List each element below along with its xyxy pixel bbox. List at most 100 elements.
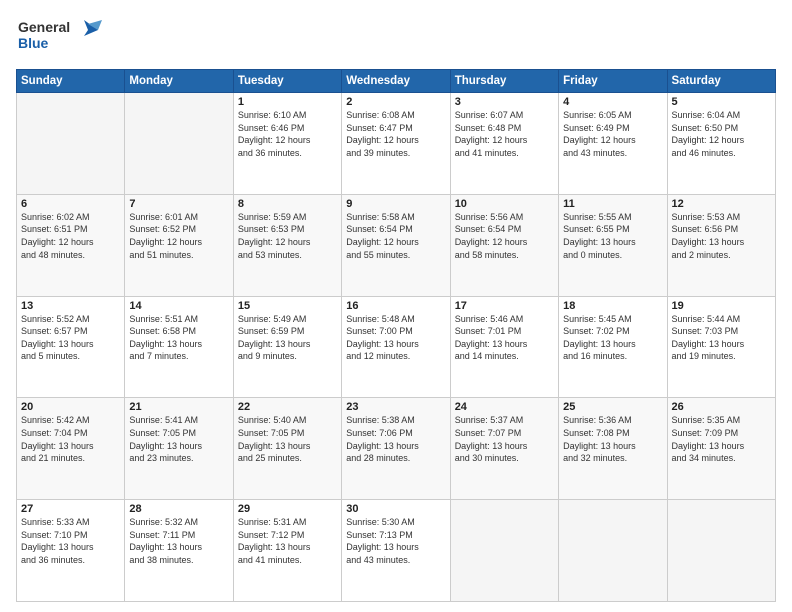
day-detail: Sunrise: 6:02 AM Sunset: 6:51 PM Dayligh… (21, 211, 120, 261)
day-number: 10 (455, 198, 554, 210)
weekday-header-sunday: Sunday (17, 70, 125, 93)
day-detail: Sunrise: 5:45 AM Sunset: 7:02 PM Dayligh… (563, 313, 662, 363)
calendar-cell: 22Sunrise: 5:40 AM Sunset: 7:05 PM Dayli… (233, 398, 341, 500)
day-number: 1 (238, 96, 337, 108)
day-number: 15 (238, 300, 337, 312)
day-number: 16 (346, 300, 445, 312)
day-number: 6 (21, 198, 120, 210)
day-number: 14 (129, 300, 228, 312)
calendar-cell: 10Sunrise: 5:56 AM Sunset: 6:54 PM Dayli… (450, 194, 558, 296)
day-detail: Sunrise: 5:40 AM Sunset: 7:05 PM Dayligh… (238, 414, 337, 464)
day-number: 17 (455, 300, 554, 312)
day-number: 4 (563, 96, 662, 108)
calendar-cell: 30Sunrise: 5:30 AM Sunset: 7:13 PM Dayli… (342, 500, 450, 602)
calendar-cell: 12Sunrise: 5:53 AM Sunset: 6:56 PM Dayli… (667, 194, 775, 296)
svg-text:General: General (18, 19, 70, 35)
day-detail: Sunrise: 5:44 AM Sunset: 7:03 PM Dayligh… (672, 313, 771, 363)
day-number: 9 (346, 198, 445, 210)
day-detail: Sunrise: 5:30 AM Sunset: 7:13 PM Dayligh… (346, 516, 445, 566)
calendar-cell: 3Sunrise: 6:07 AM Sunset: 6:48 PM Daylig… (450, 93, 558, 195)
day-number: 29 (238, 503, 337, 515)
day-detail: Sunrise: 5:35 AM Sunset: 7:09 PM Dayligh… (672, 414, 771, 464)
day-number: 5 (672, 96, 771, 108)
day-detail: Sunrise: 5:46 AM Sunset: 7:01 PM Dayligh… (455, 313, 554, 363)
day-detail: Sunrise: 5:58 AM Sunset: 6:54 PM Dayligh… (346, 211, 445, 261)
day-detail: Sunrise: 5:49 AM Sunset: 6:59 PM Dayligh… (238, 313, 337, 363)
calendar-cell: 14Sunrise: 5:51 AM Sunset: 6:58 PM Dayli… (125, 296, 233, 398)
day-detail: Sunrise: 6:04 AM Sunset: 6:50 PM Dayligh… (672, 109, 771, 159)
weekday-header-saturday: Saturday (667, 70, 775, 93)
day-detail: Sunrise: 5:31 AM Sunset: 7:12 PM Dayligh… (238, 516, 337, 566)
day-detail: Sunrise: 5:48 AM Sunset: 7:00 PM Dayligh… (346, 313, 445, 363)
calendar-cell: 16Sunrise: 5:48 AM Sunset: 7:00 PM Dayli… (342, 296, 450, 398)
calendar-week-row: 13Sunrise: 5:52 AM Sunset: 6:57 PM Dayli… (17, 296, 776, 398)
day-detail: Sunrise: 5:37 AM Sunset: 7:07 PM Dayligh… (455, 414, 554, 464)
calendar-cell: 15Sunrise: 5:49 AM Sunset: 6:59 PM Dayli… (233, 296, 341, 398)
day-number: 27 (21, 503, 120, 515)
day-detail: Sunrise: 6:10 AM Sunset: 6:46 PM Dayligh… (238, 109, 337, 159)
day-number: 24 (455, 401, 554, 413)
calendar-cell: 9Sunrise: 5:58 AM Sunset: 6:54 PM Daylig… (342, 194, 450, 296)
day-detail: Sunrise: 5:36 AM Sunset: 7:08 PM Dayligh… (563, 414, 662, 464)
weekday-header-thursday: Thursday (450, 70, 558, 93)
weekday-header-wednesday: Wednesday (342, 70, 450, 93)
day-detail: Sunrise: 6:08 AM Sunset: 6:47 PM Dayligh… (346, 109, 445, 159)
day-number: 13 (21, 300, 120, 312)
day-detail: Sunrise: 5:53 AM Sunset: 6:56 PM Dayligh… (672, 211, 771, 261)
day-number: 30 (346, 503, 445, 515)
calendar-cell: 24Sunrise: 5:37 AM Sunset: 7:07 PM Dayli… (450, 398, 558, 500)
day-number: 19 (672, 300, 771, 312)
day-detail: Sunrise: 6:05 AM Sunset: 6:49 PM Dayligh… (563, 109, 662, 159)
day-detail: Sunrise: 5:41 AM Sunset: 7:05 PM Dayligh… (129, 414, 228, 464)
calendar-cell: 1Sunrise: 6:10 AM Sunset: 6:46 PM Daylig… (233, 93, 341, 195)
day-number: 12 (672, 198, 771, 210)
day-number: 11 (563, 198, 662, 210)
day-detail: Sunrise: 5:59 AM Sunset: 6:53 PM Dayligh… (238, 211, 337, 261)
calendar-cell: 21Sunrise: 5:41 AM Sunset: 7:05 PM Dayli… (125, 398, 233, 500)
day-number: 22 (238, 401, 337, 413)
calendar-cell: 2Sunrise: 6:08 AM Sunset: 6:47 PM Daylig… (342, 93, 450, 195)
calendar-cell: 7Sunrise: 6:01 AM Sunset: 6:52 PM Daylig… (125, 194, 233, 296)
day-number: 25 (563, 401, 662, 413)
calendar-cell: 19Sunrise: 5:44 AM Sunset: 7:03 PM Dayli… (667, 296, 775, 398)
calendar-cell: 20Sunrise: 5:42 AM Sunset: 7:04 PM Dayli… (17, 398, 125, 500)
calendar-cell: 13Sunrise: 5:52 AM Sunset: 6:57 PM Dayli… (17, 296, 125, 398)
calendar-cell (667, 500, 775, 602)
calendar-cell: 8Sunrise: 5:59 AM Sunset: 6:53 PM Daylig… (233, 194, 341, 296)
day-detail: Sunrise: 5:56 AM Sunset: 6:54 PM Dayligh… (455, 211, 554, 261)
weekday-header-friday: Friday (559, 70, 667, 93)
calendar-cell: 5Sunrise: 6:04 AM Sunset: 6:50 PM Daylig… (667, 93, 775, 195)
calendar-week-row: 20Sunrise: 5:42 AM Sunset: 7:04 PM Dayli… (17, 398, 776, 500)
weekday-header-monday: Monday (125, 70, 233, 93)
day-number: 28 (129, 503, 228, 515)
weekday-header-tuesday: Tuesday (233, 70, 341, 93)
calendar-cell (17, 93, 125, 195)
day-detail: Sunrise: 5:38 AM Sunset: 7:06 PM Dayligh… (346, 414, 445, 464)
logo-svg: General Blue (16, 12, 106, 56)
day-detail: Sunrise: 5:42 AM Sunset: 7:04 PM Dayligh… (21, 414, 120, 464)
day-number: 23 (346, 401, 445, 413)
day-number: 26 (672, 401, 771, 413)
calendar-cell: 29Sunrise: 5:31 AM Sunset: 7:12 PM Dayli… (233, 500, 341, 602)
day-number: 18 (563, 300, 662, 312)
page: General Blue SundayMondayTuesdayWednesda… (0, 0, 792, 612)
day-number: 7 (129, 198, 228, 210)
calendar-cell: 4Sunrise: 6:05 AM Sunset: 6:49 PM Daylig… (559, 93, 667, 195)
calendar-week-row: 1Sunrise: 6:10 AM Sunset: 6:46 PM Daylig… (17, 93, 776, 195)
day-number: 21 (129, 401, 228, 413)
day-detail: Sunrise: 5:52 AM Sunset: 6:57 PM Dayligh… (21, 313, 120, 363)
day-detail: Sunrise: 5:33 AM Sunset: 7:10 PM Dayligh… (21, 516, 120, 566)
day-detail: Sunrise: 6:01 AM Sunset: 6:52 PM Dayligh… (129, 211, 228, 261)
calendar-cell: 23Sunrise: 5:38 AM Sunset: 7:06 PM Dayli… (342, 398, 450, 500)
calendar-table: SundayMondayTuesdayWednesdayThursdayFrid… (16, 69, 776, 602)
weekday-header-row: SundayMondayTuesdayWednesdayThursdayFrid… (17, 70, 776, 93)
day-number: 2 (346, 96, 445, 108)
calendar-cell: 28Sunrise: 5:32 AM Sunset: 7:11 PM Dayli… (125, 500, 233, 602)
day-detail: Sunrise: 6:07 AM Sunset: 6:48 PM Dayligh… (455, 109, 554, 159)
calendar-cell (559, 500, 667, 602)
calendar-cell: 25Sunrise: 5:36 AM Sunset: 7:08 PM Dayli… (559, 398, 667, 500)
calendar-cell: 26Sunrise: 5:35 AM Sunset: 7:09 PM Dayli… (667, 398, 775, 500)
calendar-cell (450, 500, 558, 602)
calendar-cell: 27Sunrise: 5:33 AM Sunset: 7:10 PM Dayli… (17, 500, 125, 602)
calendar-week-row: 6Sunrise: 6:02 AM Sunset: 6:51 PM Daylig… (17, 194, 776, 296)
